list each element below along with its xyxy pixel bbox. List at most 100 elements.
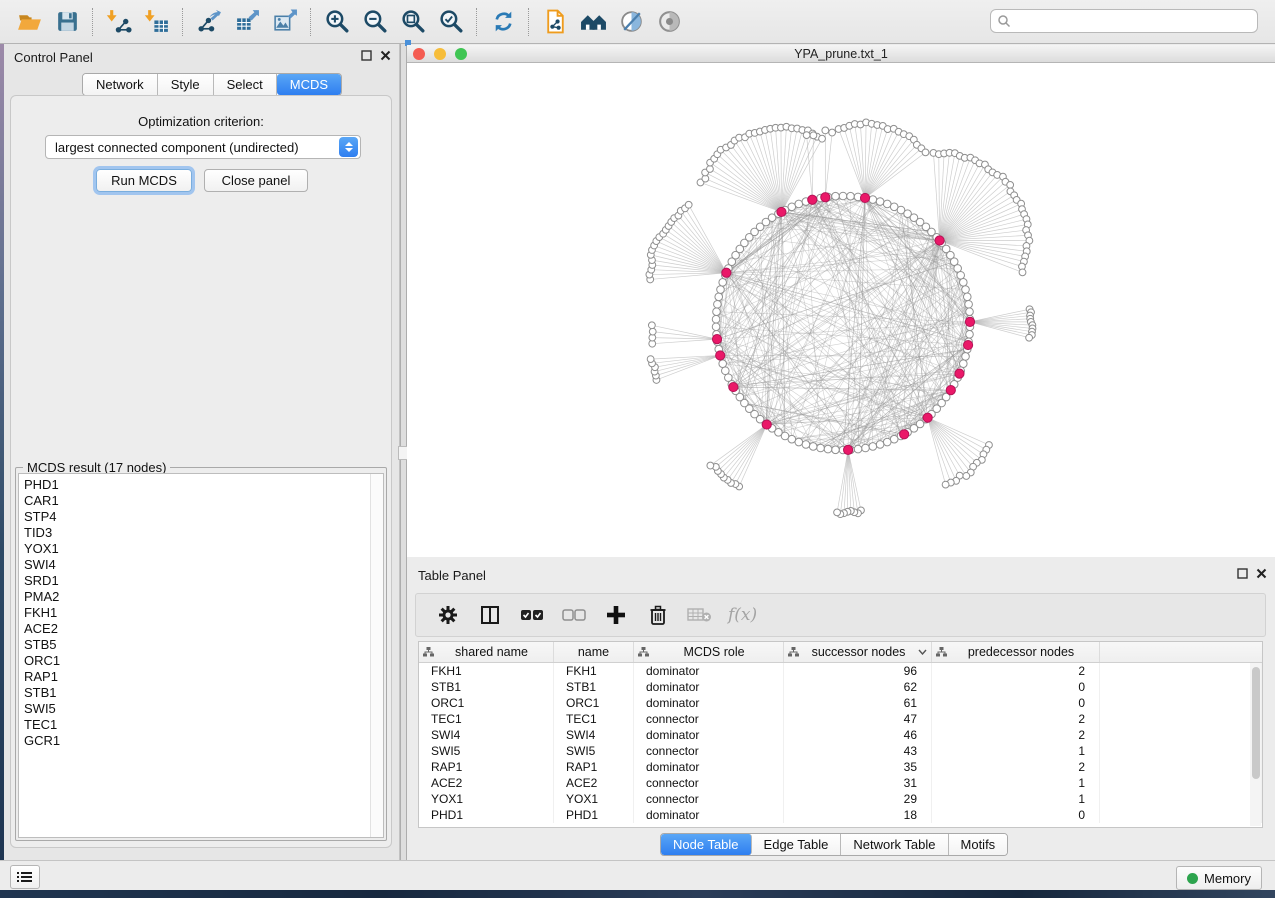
network-hub-node[interactable]: [955, 369, 964, 378]
add-column-icon[interactable]: [602, 601, 630, 629]
network-hub-node[interactable]: [712, 335, 721, 344]
network-leaf-node[interactable]: [647, 356, 654, 363]
network-node[interactable]: [890, 435, 898, 443]
network-node[interactable]: [832, 446, 840, 454]
network-node[interactable]: [966, 308, 974, 316]
close-panel-icon[interactable]: [380, 50, 391, 61]
network-hub-node[interactable]: [716, 351, 725, 360]
mcds-result-item[interactable]: ORC1: [19, 653, 383, 669]
save-session-icon[interactable]: [48, 5, 86, 39]
network-node[interactable]: [965, 300, 973, 308]
mcds-result-item[interactable]: STB5: [19, 637, 383, 653]
network-leaf-node[interactable]: [810, 132, 817, 139]
network-hub-node[interactable]: [722, 268, 731, 277]
delete-column-icon[interactable]: [644, 601, 672, 629]
network-hub-node[interactable]: [777, 207, 786, 216]
split-columns-icon[interactable]: [476, 601, 504, 629]
mcds-result-item[interactable]: ACE2: [19, 621, 383, 637]
network-node[interactable]: [788, 203, 796, 211]
network-leaf-node[interactable]: [685, 201, 692, 208]
network-leaf-node[interactable]: [707, 462, 714, 469]
run-mcds-button[interactable]: Run MCDS: [96, 169, 192, 192]
table-row[interactable]: PHD1PHD1dominator180: [419, 807, 1262, 823]
mcds-result-item[interactable]: TID3: [19, 525, 383, 541]
tab-network[interactable]: Network: [83, 74, 158, 95]
network-node[interactable]: [962, 286, 970, 294]
table-row[interactable]: SWI5SWI5connector431: [419, 743, 1262, 759]
network-node[interactable]: [960, 279, 968, 287]
mcds-result-item[interactable]: YOX1: [19, 541, 383, 557]
network-graph[interactable]: [407, 63, 1275, 557]
network-node[interactable]: [722, 367, 730, 375]
tab-style[interactable]: Style: [158, 74, 214, 95]
search-input[interactable]: [1011, 13, 1257, 30]
zoom-out-icon[interactable]: [356, 5, 394, 39]
table-row[interactable]: TEC1TEC1connector472: [419, 711, 1262, 727]
column-header-successor-nodes[interactable]: successor nodes: [784, 642, 932, 662]
export-image-icon[interactable]: [266, 5, 304, 39]
tab-select[interactable]: Select: [214, 74, 277, 95]
network-leaf-node[interactable]: [963, 473, 970, 480]
mcds-result-item[interactable]: STP4: [19, 509, 383, 525]
network-leaf-node[interactable]: [648, 322, 655, 329]
network-node[interactable]: [876, 198, 884, 206]
table-row[interactable]: ACE2ACE2connector311: [419, 775, 1262, 791]
table-row[interactable]: SWI4SWI4dominator462: [419, 727, 1262, 743]
network-node[interactable]: [795, 200, 803, 208]
refresh-icon[interactable]: [484, 5, 522, 39]
network-node[interactable]: [966, 330, 974, 338]
network-node[interactable]: [963, 293, 971, 301]
deselect-all-checkboxes-icon[interactable]: [560, 601, 588, 629]
network-hub-node[interactable]: [762, 420, 771, 429]
network-node[interactable]: [960, 360, 968, 368]
network-node[interactable]: [713, 308, 721, 316]
network-hub-node[interactable]: [965, 317, 974, 326]
table-row[interactable]: FKH1FKH1dominator962: [419, 663, 1262, 679]
network-node[interactable]: [883, 200, 891, 208]
settings-gear-icon[interactable]: [434, 601, 462, 629]
column-header-predecessor-nodes[interactable]: predecessor nodes: [932, 642, 1100, 662]
export-table-icon[interactable]: [228, 5, 266, 39]
network-from-file-icon[interactable]: [536, 5, 574, 39]
network-hub-node[interactable]: [963, 340, 972, 349]
network-hub-node[interactable]: [923, 413, 932, 422]
mcds-result-item[interactable]: SWI5: [19, 701, 383, 717]
optimization-criterion-select[interactable]: largest connected component (undirected): [45, 135, 361, 159]
import-network-icon[interactable]: [100, 5, 138, 39]
close-panel-button[interactable]: Close panel: [204, 169, 308, 192]
delete-table-icon[interactable]: [686, 601, 714, 629]
mcds-result-item[interactable]: SWI4: [19, 557, 383, 573]
network-hub-node[interactable]: [821, 193, 830, 202]
network-leaf-node[interactable]: [829, 129, 836, 136]
show-graphics-details-icon[interactable]: [650, 5, 688, 39]
network-hub-node[interactable]: [946, 386, 955, 395]
network-node[interactable]: [712, 315, 720, 323]
network-leaf-node[interactable]: [922, 149, 929, 156]
network-hub-node[interactable]: [843, 445, 852, 454]
network-leaf-node[interactable]: [1019, 269, 1026, 276]
mcds-list-scrollbar[interactable]: [370, 474, 383, 837]
tab-edge-table[interactable]: Edge Table: [752, 834, 842, 855]
network-hub-node[interactable]: [900, 430, 909, 439]
column-header-shared-name[interactable]: shared name: [419, 642, 554, 662]
network-node[interactable]: [712, 323, 720, 331]
zoom-in-icon[interactable]: [318, 5, 356, 39]
network-node[interactable]: [876, 441, 884, 449]
table-row[interactable]: YOX1YOX1connector291: [419, 791, 1262, 807]
function-builder-icon[interactable]: f(x): [728, 605, 757, 625]
network-leaf-node[interactable]: [834, 509, 841, 516]
mcds-result-item[interactable]: CAR1: [19, 493, 383, 509]
network-node[interactable]: [957, 271, 965, 279]
zoom-selected-icon[interactable]: [432, 5, 470, 39]
mcds-result-item[interactable]: STB1: [19, 685, 383, 701]
network-node[interactable]: [817, 444, 825, 452]
mcds-result-item[interactable]: PMA2: [19, 589, 383, 605]
network-leaf-node[interactable]: [942, 481, 949, 488]
memory-button[interactable]: Memory: [1176, 866, 1262, 890]
network-node[interactable]: [883, 438, 891, 446]
table-scrollbar[interactable]: [1250, 663, 1261, 826]
mcds-result-item[interactable]: PHD1: [19, 477, 383, 493]
table-scrollbar-thumb[interactable]: [1252, 667, 1260, 779]
open-session-icon[interactable]: [10, 5, 48, 39]
network-node[interactable]: [862, 444, 870, 452]
